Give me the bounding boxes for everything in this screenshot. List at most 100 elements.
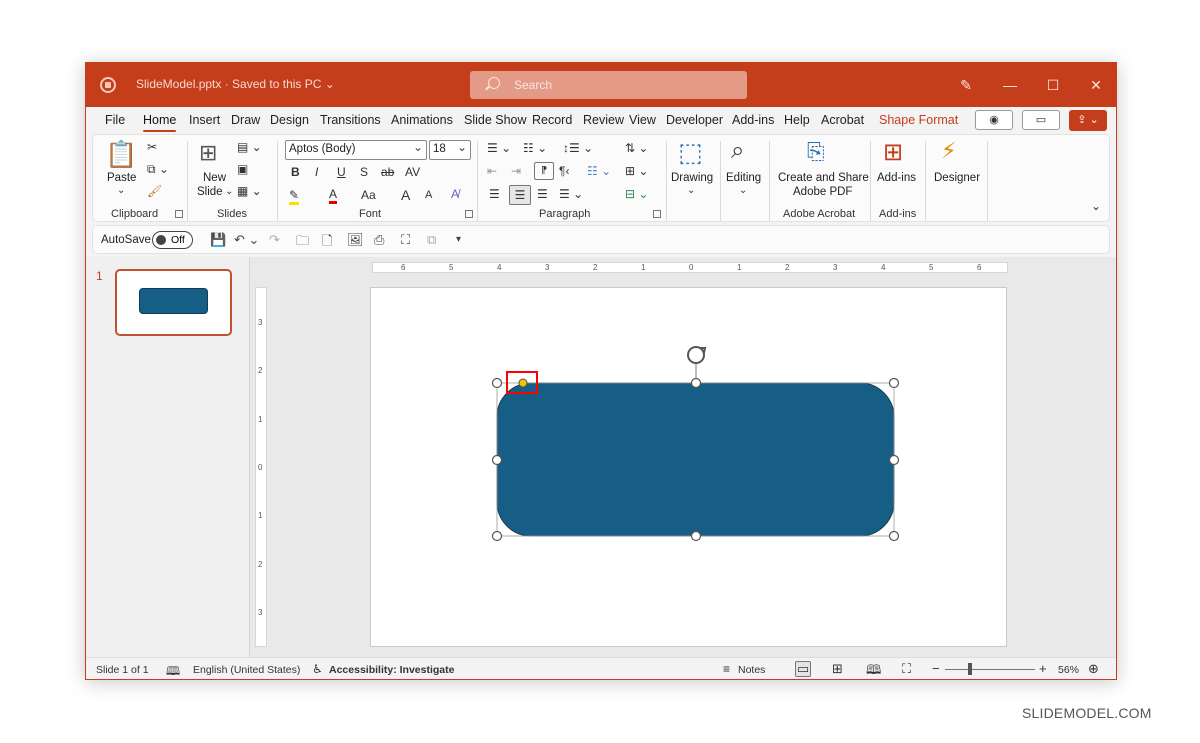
collapse-ribbon-icon[interactable]: ⌄ xyxy=(1091,199,1101,213)
align-left-icon[interactable]: ☰ xyxy=(489,187,500,201)
slide-count[interactable]: Slide 1 of 1 xyxy=(96,664,149,676)
redo-icon[interactable]: ↷ xyxy=(269,232,280,248)
notes-book-icon[interactable]: 🕮 xyxy=(166,662,180,679)
zoom-slider[interactable] xyxy=(945,669,1035,670)
drawing-shapes-icon[interactable]: ⬚ xyxy=(678,137,703,168)
tab-insert[interactable]: Insert xyxy=(189,113,220,127)
drawing-dropdown-icon[interactable]: ⌄ xyxy=(687,185,695,196)
paste-icon[interactable]: 📋 xyxy=(105,139,137,170)
drawing-label[interactable]: Drawing xyxy=(671,172,713,184)
present-icon[interactable]: ⛶ xyxy=(401,232,410,248)
tab-add-ins[interactable]: Add-ins xyxy=(732,113,774,127)
align-right-icon[interactable]: ☰ xyxy=(537,187,548,201)
tab-developer[interactable]: Developer xyxy=(666,113,723,127)
strikethrough-button[interactable]: ab xyxy=(381,165,394,179)
slide-thumbnail[interactable] xyxy=(115,269,232,336)
numbering-icon[interactable]: ☷ ⌄ xyxy=(523,141,547,155)
line-spacing-icon[interactable]: ↕☰ ⌄ xyxy=(563,141,593,155)
document-title[interactable]: SlideModel.pptx · Saved to this PC ⌄ xyxy=(136,77,335,91)
new-document-icon[interactable]: 🗋 xyxy=(322,232,332,254)
undo-icon[interactable]: ↶ ⌄ xyxy=(234,232,259,248)
rounded-rectangle-shape[interactable] xyxy=(496,382,895,537)
editing-dropdown-icon[interactable]: ⌄ xyxy=(739,185,747,196)
designer-button-label[interactable]: Designer xyxy=(934,172,980,184)
paragraph-launcher-icon[interactable] xyxy=(653,210,661,218)
record-button[interactable]: ◉ xyxy=(975,110,1013,130)
layout-icon[interactable]: ▤ ⌄ xyxy=(237,140,262,154)
clear-formatting-icon[interactable]: A̸ xyxy=(451,187,459,201)
cut-icon[interactable]: ✂ xyxy=(147,140,157,154)
add-ins-grid-icon[interactable]: ⊞ xyxy=(883,138,903,167)
columns-icon[interactable]: ☷ ⌄ xyxy=(587,164,611,178)
font-launcher-icon[interactable] xyxy=(465,210,473,218)
underline-button[interactable]: U xyxy=(337,165,346,179)
character-spacing-button[interactable]: AV xyxy=(405,165,420,179)
accessibility-icon[interactable]: ♿ xyxy=(312,662,323,676)
copy-icon[interactable]: ⧉ ⌄ xyxy=(147,162,169,177)
new-slide-icon[interactable]: ⊞ xyxy=(199,140,217,166)
print-icon[interactable]: ⎙ xyxy=(374,232,384,248)
justify-icon[interactable]: ☰ ⌄ xyxy=(559,187,583,201)
editing-search-icon[interactable]: ⌕ xyxy=(731,137,744,165)
reading-view-icon[interactable]: 🕮 xyxy=(866,661,881,679)
section-icon[interactable]: ▦ ⌄ xyxy=(237,184,262,198)
paste-label[interactable]: Paste xyxy=(107,172,136,184)
tab-animations[interactable]: Animations xyxy=(391,113,453,127)
reset-icon[interactable]: ▣ xyxy=(237,162,248,176)
tab-slide-show[interactable]: Slide Show xyxy=(464,113,527,127)
customize-qat-icon[interactable]: ▾ xyxy=(456,234,461,245)
increase-indent-icon[interactable]: ⇥ xyxy=(511,164,521,178)
slide-sorter-icon[interactable]: ⊞ xyxy=(832,661,843,677)
editing-label[interactable]: Editing xyxy=(726,172,761,184)
ltr-icon[interactable]: ⁋ xyxy=(534,162,554,180)
share-button[interactable]: ⇪ ⌄ xyxy=(1069,110,1107,131)
new-slide-dropdown-icon[interactable]: ⌄ xyxy=(225,186,233,197)
highlight-icon[interactable]: ✎ xyxy=(289,188,300,205)
font-color-icon[interactable]: A xyxy=(329,187,338,204)
tab-draw[interactable]: Draw xyxy=(231,113,260,127)
paste-dropdown-icon[interactable]: ⌄ xyxy=(117,185,125,196)
comments-button[interactable]: ▭ xyxy=(1022,110,1060,130)
decrease-indent-icon[interactable]: ⇤ xyxy=(487,164,497,178)
align-center-icon[interactable]: ☰ xyxy=(509,185,531,205)
zoom-in-icon[interactable]: + xyxy=(1039,661,1047,676)
duplicate-icon[interactable]: ⧉ xyxy=(427,232,436,248)
zoom-slider-thumb[interactable] xyxy=(968,663,972,675)
change-case-button[interactable]: Aa xyxy=(361,188,376,202)
tab-acrobat[interactable]: Acrobat xyxy=(821,113,864,127)
open-icon[interactable]: 🗀 xyxy=(296,232,309,254)
align-text-icon[interactable]: ⊞ ⌄ xyxy=(625,164,648,178)
tab-review[interactable]: Review xyxy=(583,113,624,127)
font-name-select[interactable]: Aptos (Body) xyxy=(285,140,427,160)
tab-transitions[interactable]: Transitions xyxy=(320,113,381,127)
rtl-icon[interactable]: ¶‹ xyxy=(559,164,569,178)
bold-button[interactable]: B xyxy=(291,165,300,179)
notes-button[interactable]: Notes xyxy=(738,664,765,676)
tab-record[interactable]: Record xyxy=(532,113,572,127)
shrink-font-button[interactable]: A xyxy=(425,189,432,201)
smartart-icon[interactable]: ⊟ ⌄ xyxy=(625,187,648,201)
add-ins-button-label[interactable]: Add-ins xyxy=(877,172,916,184)
tab-shape-format[interactable]: Shape Format xyxy=(879,113,958,127)
tab-file[interactable]: File xyxy=(105,113,125,127)
accessibility-status[interactable]: Accessibility: Investigate xyxy=(329,664,454,676)
adobe-label-2[interactable]: Adobe PDF xyxy=(793,186,852,198)
tab-design[interactable]: Design xyxy=(270,113,309,127)
picture-icon[interactable]: 🖼 xyxy=(347,232,364,248)
normal-view-icon[interactable]: ▭ xyxy=(795,661,811,677)
save-icon[interactable]: 💾 xyxy=(210,232,226,248)
rotate-handle-icon[interactable] xyxy=(687,346,707,364)
clipboard-launcher-icon[interactable] xyxy=(175,210,183,218)
grow-font-button[interactable]: A xyxy=(401,187,410,203)
autosave-toggle[interactable]: Off xyxy=(152,231,193,249)
adobe-pdf-icon[interactable]: ⎘ xyxy=(807,139,825,165)
format-painter-icon[interactable]: 🖌 xyxy=(147,184,162,198)
bullets-icon[interactable]: ☰ ⌄ xyxy=(487,141,511,155)
pen-icon[interactable]: ✎ xyxy=(956,75,976,95)
shadow-button[interactable]: S xyxy=(360,165,368,179)
tab-home[interactable]: Home xyxy=(143,113,177,132)
zoom-out-icon[interactable]: − xyxy=(932,661,940,676)
designer-icon[interactable]: ⚡ xyxy=(941,138,956,164)
maximize-icon[interactable]: ☐ xyxy=(1043,75,1063,95)
tab-help[interactable]: Help xyxy=(784,113,810,127)
